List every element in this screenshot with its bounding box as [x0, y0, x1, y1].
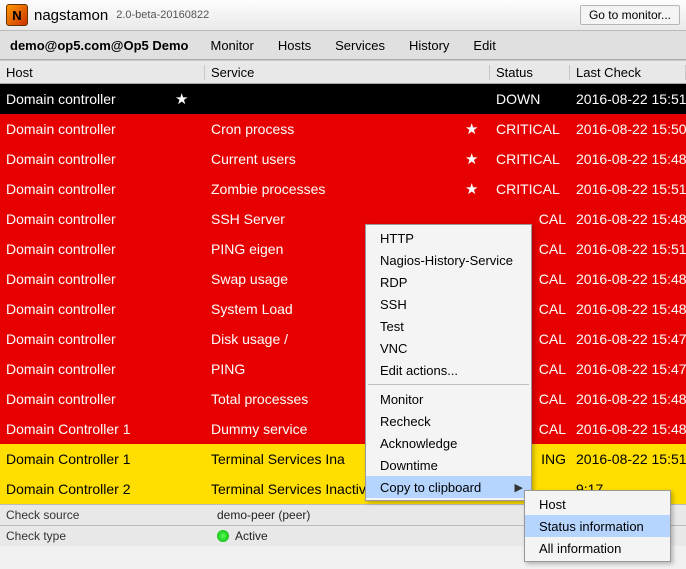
col-host[interactable]: Host: [0, 65, 205, 80]
ctx-recheck[interactable]: Recheck: [366, 410, 531, 432]
status-row[interactable]: Domain controllerSwap usageCAL2016-08-22…: [0, 264, 686, 294]
title-bar: N nagstamon 2.0-beta-20160822 Go to moni…: [0, 0, 686, 31]
ctx-vnc[interactable]: VNC: [366, 337, 531, 359]
cell-host: Domain controller: [0, 301, 205, 317]
ctx-acknowledge[interactable]: Acknowledge: [366, 432, 531, 454]
cell-last-check: 2016-08-22 15:51:04: [570, 241, 686, 257]
ctx-edit-actions[interactable]: Edit actions...: [366, 359, 531, 381]
star-icon: ★: [175, 90, 188, 108]
cell-host: Domain controller: [0, 331, 205, 347]
detail-label: Check source: [0, 508, 211, 522]
star-icon: ★: [465, 150, 478, 168]
check-type-text: Active: [235, 529, 268, 543]
cell-host: Domain controller: [0, 241, 205, 257]
status-ok-icon: [217, 530, 229, 542]
status-rows: Domain controller DOWN2016-08-22 15:51:23…: [0, 84, 686, 504]
cell-last-check: 2016-08-22 15:51:20: [570, 181, 686, 197]
ctx-copy-host[interactable]: Host: [525, 493, 670, 515]
cell-service: Cron process: [205, 121, 490, 137]
ctx-copy-label: Copy to clipboard: [380, 480, 481, 495]
cell-last-check: 2016-08-22 15:48:23: [570, 301, 686, 317]
status-row[interactable]: Domain controllerCron processCRITICAL201…: [0, 114, 686, 144]
menu-bar: demo@op5.com@Op5 Demo Monitor Hosts Serv…: [0, 31, 686, 60]
cell-last-check: 2016-08-22 15:51:23: [570, 91, 686, 107]
ctx-copy-clipboard[interactable]: Copy to clipboard ▶: [366, 476, 531, 498]
cell-host: Domain controller: [0, 271, 205, 287]
status-row[interactable]: Domain controllerTotal processesCAL2016-…: [0, 384, 686, 414]
col-last-check[interactable]: Last Check: [570, 65, 686, 80]
status-row[interactable]: Domain controllerPING eigenCAL2016-08-22…: [0, 234, 686, 264]
cell-status: CRITICAL: [490, 181, 570, 197]
cell-host: Domain controller: [0, 361, 205, 377]
ctx-nagios-history[interactable]: Nagios-History-Service: [366, 249, 531, 271]
ctx-test[interactable]: Test: [366, 315, 531, 337]
ctx-ssh[interactable]: SSH: [366, 293, 531, 315]
ctx-rdp[interactable]: RDP: [366, 271, 531, 293]
goto-monitor-button[interactable]: Go to monitor...: [580, 5, 680, 25]
status-row[interactable]: Domain Controller 1Dummy serviceCAL2016-…: [0, 414, 686, 444]
cell-last-check: 2016-08-22 15:48:08: [570, 421, 686, 437]
col-status[interactable]: Status: [490, 65, 570, 80]
cell-host: Domain Controller 1: [0, 421, 205, 437]
cell-last-check: 2016-08-22 15:48:23: [570, 151, 686, 167]
server-label[interactable]: demo@op5.com@Op5 Demo: [0, 38, 199, 53]
status-row[interactable]: Domain controllerZombie processesCRITICA…: [0, 174, 686, 204]
app-logo: N: [6, 4, 28, 26]
status-row[interactable]: Domain Controller 1Terminal Services Ina…: [0, 444, 686, 474]
cell-last-check: 2016-08-22 15:48:03: [570, 211, 686, 227]
cell-host: Domain controller: [0, 121, 205, 137]
menu-monitor[interactable]: Monitor: [199, 38, 266, 53]
status-row[interactable]: Domain controllerCurrent usersCRITICAL20…: [0, 144, 686, 174]
col-service[interactable]: Service: [205, 65, 490, 80]
cell-last-check: 2016-08-22 15:51:09: [570, 451, 686, 467]
cell-last-check: 2016-08-22 15:50:41: [570, 121, 686, 137]
ctx-monitor[interactable]: Monitor: [366, 388, 531, 410]
cell-status: CRITICAL: [490, 121, 570, 137]
cell-host: Domain controller: [0, 211, 205, 227]
star-icon: ★: [465, 180, 478, 198]
cell-service: Current users: [205, 151, 490, 167]
menu-history[interactable]: History: [397, 38, 461, 53]
status-row[interactable]: Domain controllerDOWN2016-08-22 15:51:23…: [0, 84, 686, 114]
ctx-http[interactable]: HTTP: [366, 227, 531, 249]
app-version: 2.0-beta-20160822: [116, 9, 209, 21]
cell-status: CRITICAL: [490, 151, 570, 167]
star-icon: ★: [465, 120, 478, 138]
ctx-separator: [368, 384, 529, 385]
cell-host: Domain Controller 2: [0, 481, 205, 497]
submenu-arrow-icon: ▶: [515, 481, 523, 494]
cell-host: Domain controller: [0, 391, 205, 407]
status-row[interactable]: Domain controllerSSH ServerCAL2016-08-22…: [0, 204, 686, 234]
cell-last-check: 2016-08-22 15:47:56: [570, 331, 686, 347]
menu-edit[interactable]: Edit: [461, 38, 507, 53]
cell-last-check: 2016-08-22 15:47:48: [570, 361, 686, 377]
status-row[interactable]: Domain controllerPINGCAL2016-08-22 15:47…: [0, 354, 686, 384]
ctx-copy-status-info[interactable]: Status information: [525, 515, 670, 537]
ctx-downtime[interactable]: Downtime: [366, 454, 531, 476]
cell-host: Domain controller: [0, 151, 205, 167]
ctx-copy-all-info[interactable]: All information: [525, 537, 670, 559]
context-submenu: Host Status information All information: [524, 490, 671, 562]
column-headers: Host Service Status Last Check: [0, 60, 686, 84]
detail-label: Check type: [0, 529, 211, 543]
app-title: nagstamon: [34, 7, 108, 24]
menu-services[interactable]: Services: [323, 38, 397, 53]
cell-host: Domain Controller 1: [0, 451, 205, 467]
status-row[interactable]: Domain controllerDisk usage /CAL2016-08-…: [0, 324, 686, 354]
context-menu: HTTP Nagios-History-Service RDP SSH Test…: [365, 224, 532, 501]
cell-status: DOWN: [490, 91, 570, 107]
menu-hosts[interactable]: Hosts: [266, 38, 323, 53]
cell-last-check: 2016-08-22 15:48:08: [570, 391, 686, 407]
cell-service: Zombie processes: [205, 181, 490, 197]
cell-last-check: 2016-08-22 15:48:53: [570, 271, 686, 287]
status-row[interactable]: Domain controllerSystem LoadCAL2016-08-2…: [0, 294, 686, 324]
cell-host: Domain controller: [0, 181, 205, 197]
